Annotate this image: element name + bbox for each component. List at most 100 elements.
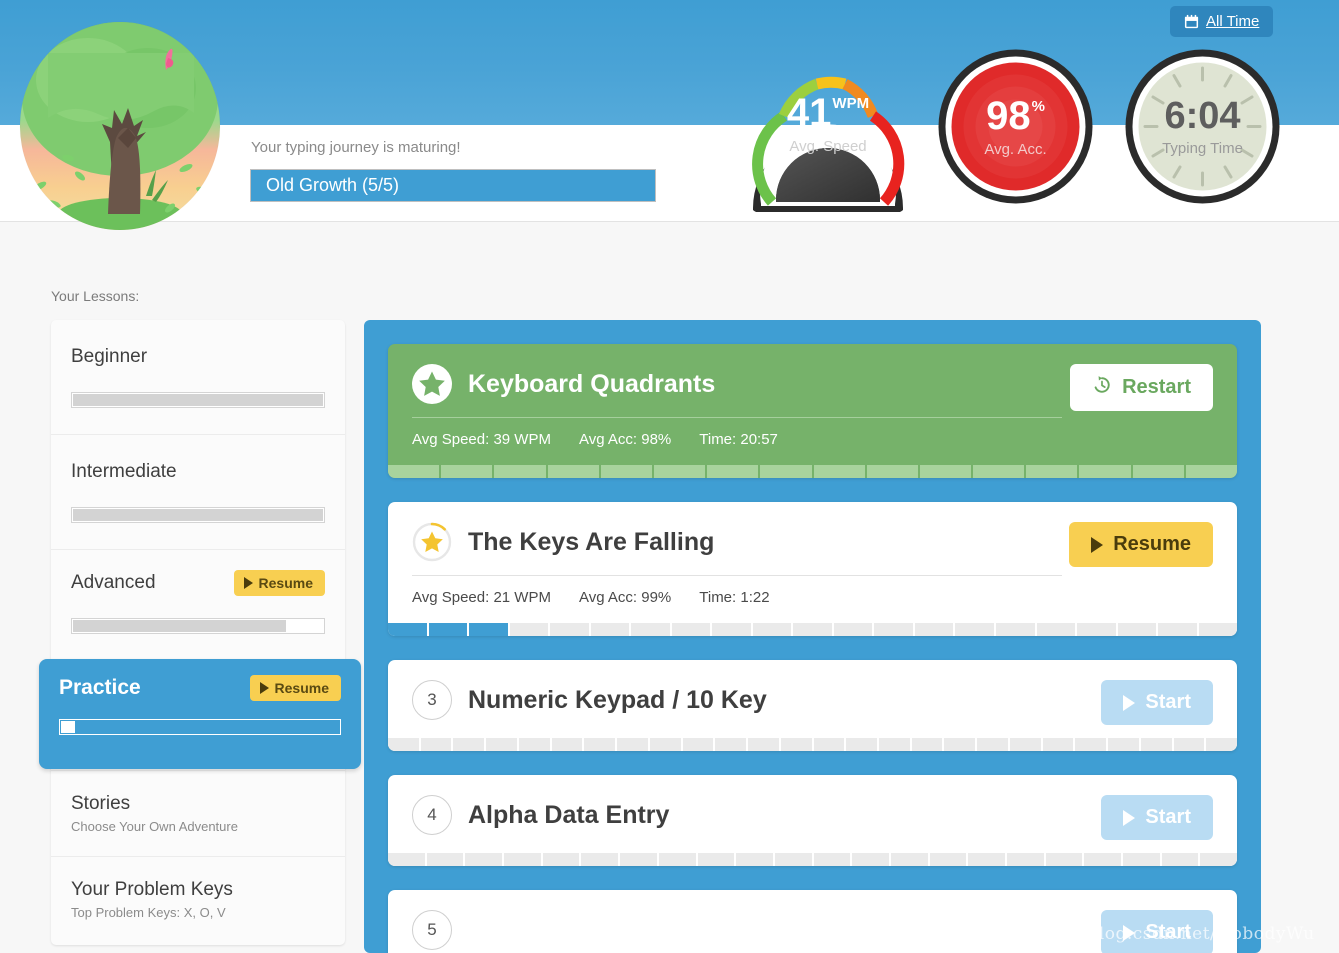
task-card[interactable]: 5 Start [388,890,1237,953]
number-circle-icon: 3 [412,680,452,720]
progress-segment [707,465,759,478]
progress-segment [736,853,773,866]
task-stat-speed: Avg Speed: 39 WPM [412,431,551,448]
task-card[interactable]: 3 Numeric Keypad / 10 Key Start [388,660,1237,751]
calendar-icon [1184,14,1199,29]
task-card[interactable]: The Keys Are Falling Avg Speed: 21 WPM A… [388,502,1237,636]
start-label: Start [1145,921,1191,943]
sidebar-item-practice[interactable]: Practice Resume [39,659,361,769]
start-button[interactable]: Start [1101,680,1213,725]
progress-segment [1108,738,1139,751]
task-title: Numeric Keypad / 10 Key [468,685,767,714]
progress-segment [504,853,541,866]
task-title: The Keys Are Falling [468,527,715,556]
progress-segment [631,623,670,636]
progress-segment [1009,738,1041,751]
task-title: Alpha Data Entry [468,800,670,829]
task-progress-segments [388,853,1237,866]
lesson-subtitle: Top Problem Keys: X, O, V [71,905,226,920]
progress-segment [955,623,994,636]
progress-segment [760,465,812,478]
task-card[interactable]: 4 Alpha Data Entry Start [388,775,1237,866]
lessons-heading: Your Lessons: [51,288,140,304]
progress-segment [968,853,1005,866]
progress-segment [1007,853,1044,866]
practice-resume-button[interactable]: Resume [249,675,341,701]
play-icon [1123,924,1136,941]
progress-segment [1123,853,1160,866]
advanced-resume-label: Resume [258,575,313,591]
progress-segment [752,623,792,636]
progress-segment [551,738,583,751]
progress-segment [852,853,889,866]
task-progress-segments [388,465,1237,478]
task-stats: Avg Speed: 21 WPM Avg Acc: 99% Time: 1:2… [412,576,1213,623]
progress-segment [1026,465,1078,478]
progress-segment [617,738,648,751]
number-circle-icon: 4 [412,795,452,835]
task-title: Keyboard Quadrants [468,369,716,398]
practice-resume-label: Resume [274,680,329,696]
task-panel: Keyboard Quadrants Avg Speed: 39 WPM Avg… [364,320,1261,953]
gauge-avg-speed: 41 WPM Avg. Speed [745,50,911,213]
progress-segment [1077,623,1116,636]
progress-segment [1132,465,1184,478]
progress-segment [748,738,779,751]
task-stat-accuracy: Avg Acc: 99% [578,589,672,606]
progress-segment [846,738,878,751]
progress-segment [919,465,972,478]
tree-icon [18,18,223,230]
progress-segment [914,623,954,636]
task-card[interactable]: Keyboard Quadrants Avg Speed: 39 WPM Avg… [388,344,1237,478]
progress-segment [658,853,696,866]
progress-segment [1075,738,1107,751]
progress-segment [911,738,943,751]
resume-button[interactable]: Resume [1069,522,1213,567]
resume-label: Resume [1113,533,1191,555]
start-button[interactable]: Start [1101,910,1213,953]
progress-segment [584,738,616,751]
sidebar-item-stories[interactable]: Stories Choose Your Own Adventure [51,771,345,857]
progress-segment [1173,738,1205,751]
sidebar-item-intermediate[interactable]: Intermediate [51,435,345,550]
app-root: All Time Your typing journey is maturing… [0,0,1339,953]
advanced-resume-button[interactable]: Resume [233,570,325,596]
star-filled-icon [412,364,452,404]
tagline: Your typing journey is maturing! [251,139,461,156]
task-stat-time: Time: 20:57 [699,431,778,448]
progress-segment [620,853,657,866]
progress-segment [697,853,735,866]
progress-segment [581,853,619,866]
progress-segment [1200,853,1237,866]
progress-segment [1117,623,1157,636]
practice-label: Practice [59,676,141,699]
progress-segment [518,738,550,751]
progress-segment [388,465,440,478]
sidebar-item-beginner[interactable]: Beginner [51,320,345,435]
progress-segment [469,623,508,636]
start-button[interactable]: Start [1101,795,1213,840]
task-progress-segments [388,738,1237,751]
progress-segment [388,623,427,636]
progress-segment [1140,738,1172,751]
sidebar-item-advanced[interactable]: Advanced Resume [51,550,345,661]
task-stat-time: Time: 1:22 [699,589,770,606]
progress-segment [388,738,419,751]
progress-segment [494,465,546,478]
progress-segment [977,738,1008,751]
start-label: Start [1145,806,1191,828]
play-icon [1091,536,1104,553]
all-time-button[interactable]: All Time [1170,6,1274,37]
progress-segment [453,738,485,751]
sidebar-item-problem-keys[interactable]: Your Problem Keys Top Problem Keys: X, O… [51,857,345,942]
practice-progress-bar [59,719,341,735]
task-stat-accuracy: Avg Acc: 98% [578,431,672,448]
play-icon [1123,809,1136,826]
star-gold-icon [412,522,452,562]
progress-segment [874,623,913,636]
progress-segment [1206,738,1237,751]
lesson-progress-bar [71,618,325,634]
task-stat-speed: Avg Speed: 21 WPM [412,589,551,606]
restart-button[interactable]: Restart [1070,364,1213,411]
progress-segment [547,465,599,478]
